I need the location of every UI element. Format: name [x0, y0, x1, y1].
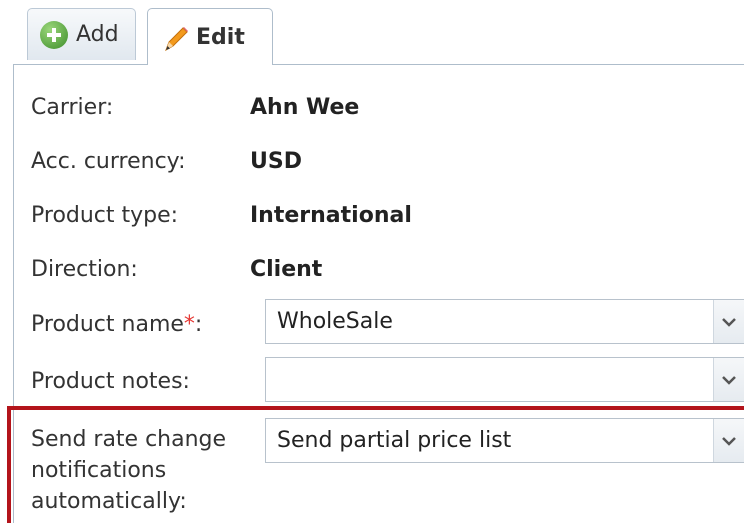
product-notes-label: Product notes: [31, 369, 190, 394]
product-name-value: WholeSale [277, 309, 393, 334]
notify-value: Send partial price list [277, 428, 512, 453]
notify-select[interactable]: Send partial price list [265, 418, 744, 463]
currency-value: USD [250, 149, 302, 174]
tab-add[interactable]: Add [27, 8, 136, 60]
product-type-value: International [250, 203, 412, 228]
chevron-down-icon[interactable] [713, 358, 744, 401]
direction-value: Client [250, 257, 323, 282]
product-type-label: Product type: [31, 203, 179, 228]
direction-label: Direction: [31, 257, 138, 282]
carrier-value: Ahn Wee [250, 95, 360, 120]
carrier-label: Carrier: [31, 95, 114, 120]
tab-bar: Add Edit [0, 0, 744, 65]
product-name-select[interactable]: WholeSale [265, 299, 744, 344]
tab-edit-label: Edit [196, 24, 245, 50]
product-name-colon: : [194, 312, 203, 337]
notify-label-line2: notifications [31, 458, 167, 483]
chevron-down-icon[interactable] [713, 419, 744, 462]
tab-add-label: Add [76, 22, 119, 47]
pencil-icon [160, 23, 188, 52]
required-marker: * [183, 312, 195, 337]
tab-edit[interactable]: Edit [147, 8, 273, 65]
notify-label-line3: automatically: [31, 489, 187, 514]
notify-label-line1: Send rate change [31, 427, 227, 452]
product-name-label: Product name*: [31, 309, 202, 340]
product-notes-select[interactable] [265, 357, 744, 402]
plus-icon [40, 20, 68, 49]
product-name-label-text: Product name [31, 312, 184, 337]
currency-label: Acc. currency: [31, 149, 186, 174]
chevron-down-icon[interactable] [713, 300, 744, 343]
